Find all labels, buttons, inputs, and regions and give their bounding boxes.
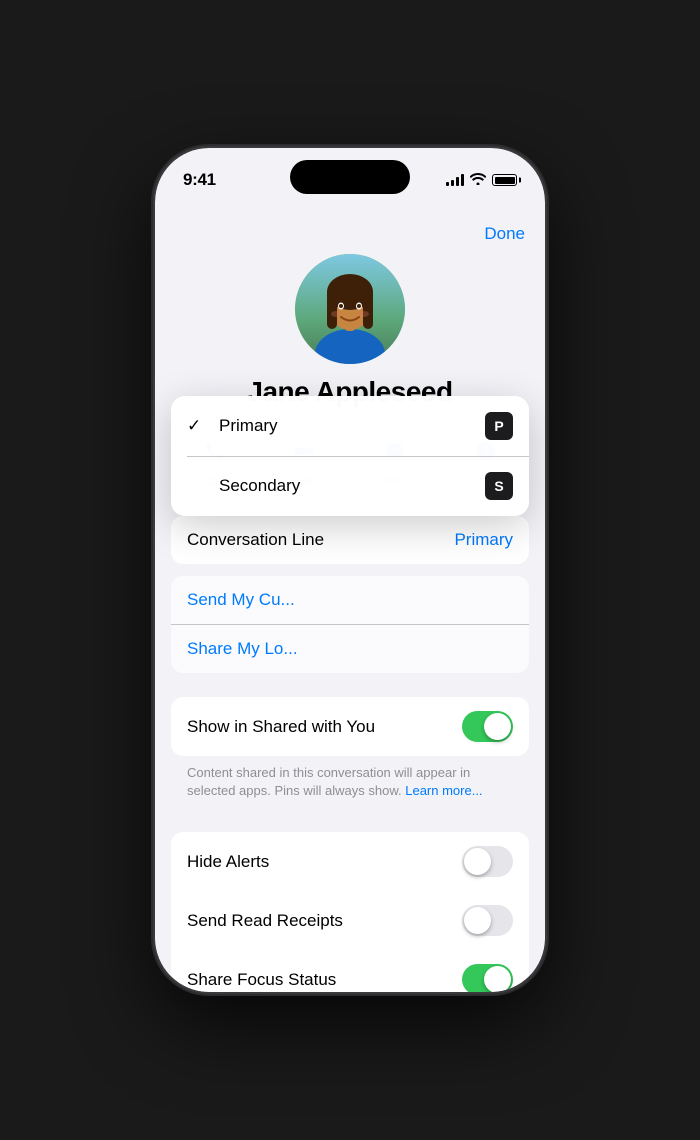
send-contact-label: Send My Cu...: [187, 590, 295, 610]
send-read-receipts-toggle[interactable]: [462, 905, 513, 936]
share-location-row[interactable]: Share My Lo...: [171, 625, 529, 673]
battery-icon: [492, 174, 517, 186]
send-share-section: Send My Cu... Share My Lo...: [171, 576, 529, 673]
dropdown-item-secondary[interactable]: ✓ Secondary S: [171, 456, 529, 516]
share-location-label: Share My Lo...: [187, 639, 298, 659]
hide-alerts-toggle[interactable]: [462, 846, 513, 877]
send-contact-row[interactable]: Send My Cu...: [171, 576, 529, 625]
share-focus-status-label: Share Focus Status: [187, 970, 336, 990]
status-icons: [446, 173, 517, 188]
share-focus-status-row: Share Focus Status: [171, 950, 529, 992]
bottom-settings-section: Hide Alerts Send Read Receipts Share Foc…: [171, 832, 529, 992]
conversation-line-label: Conversation Line: [187, 530, 324, 550]
sheet: Done: [155, 208, 545, 992]
phone-frame: 9:41: [155, 148, 545, 992]
shared-with-you-section: Show in Shared with You Content shared i…: [171, 697, 529, 800]
shared-with-you-label: Show in Shared with You: [187, 717, 375, 737]
dropdown-secondary-label: Secondary: [219, 476, 300, 496]
conversation-line-row[interactable]: Conversation Line Primary: [171, 516, 529, 564]
secondary-badge: S: [485, 472, 513, 500]
status-time: 9:41: [183, 170, 216, 190]
send-read-receipts-label: Send Read Receipts: [187, 911, 343, 931]
dropdown-item-secondary-left: ✓ Secondary: [187, 476, 300, 496]
hide-alerts-row: Hide Alerts: [171, 832, 529, 891]
screen: 9:41: [155, 148, 545, 992]
wifi-icon: [470, 173, 486, 188]
dropdown-menu: ✓ Primary P ✓ Secondary S: [171, 396, 529, 516]
shared-with-you-row: Show in Shared with You: [171, 697, 529, 756]
shared-with-you-toggle[interactable]: [462, 711, 513, 742]
dropdown-item-primary[interactable]: ✓ Primary P: [171, 396, 529, 456]
primary-badge: P: [485, 412, 513, 440]
learn-more-link[interactable]: Learn more...: [405, 783, 482, 798]
share-focus-status-toggle[interactable]: [462, 964, 513, 992]
conversation-line-section: Conversation Line Primary: [171, 516, 529, 564]
dropdown-item-primary-left: ✓ Primary: [187, 416, 278, 436]
send-read-receipts-row: Send Read Receipts: [171, 891, 529, 950]
dynamic-island: [290, 160, 410, 194]
done-button[interactable]: Done: [484, 224, 525, 244]
avatar: [295, 254, 405, 364]
hide-alerts-label: Hide Alerts: [187, 852, 269, 872]
sheet-header: Done: [155, 208, 545, 244]
dropdown-primary-label: Primary: [219, 416, 278, 436]
shared-description: Content shared in this conversation will…: [171, 756, 529, 800]
checkmark-icon: ✓: [187, 416, 207, 436]
conversation-line-value: Primary: [454, 530, 513, 550]
signal-icon: [446, 174, 464, 186]
